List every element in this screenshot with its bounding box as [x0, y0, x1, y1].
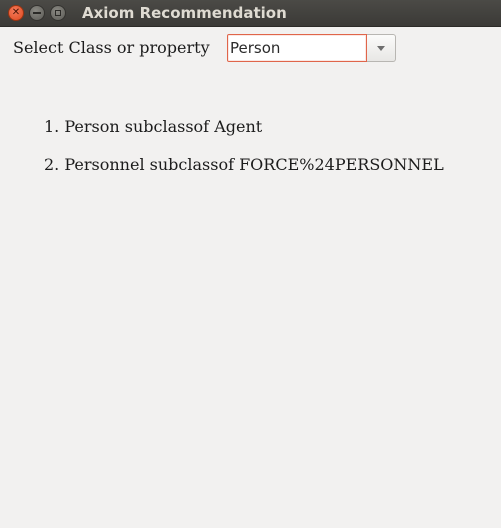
class-property-combobox[interactable]: Person — [227, 34, 396, 62]
window-title: Axiom Recommendation — [82, 4, 287, 22]
maximize-icon[interactable] — [50, 5, 66, 21]
title-bar[interactable]: ✕ Axiom Recommendation — [0, 0, 501, 27]
class-property-input[interactable]: Person — [227, 34, 367, 62]
chevron-down-icon — [377, 45, 385, 51]
dropdown-button[interactable] — [367, 34, 396, 62]
minimize-icon[interactable] — [29, 5, 45, 21]
axiom-results-list: 1. Person subclassof Agent 2. Personnel … — [44, 117, 444, 193]
select-class-label: Select Class or property — [13, 38, 210, 57]
list-item: 2. Personnel subclassof FORCE%24PERSONNE… — [44, 155, 444, 174]
close-icon[interactable]: ✕ — [8, 5, 24, 21]
list-item: 1. Person subclassof Agent — [44, 117, 263, 136]
